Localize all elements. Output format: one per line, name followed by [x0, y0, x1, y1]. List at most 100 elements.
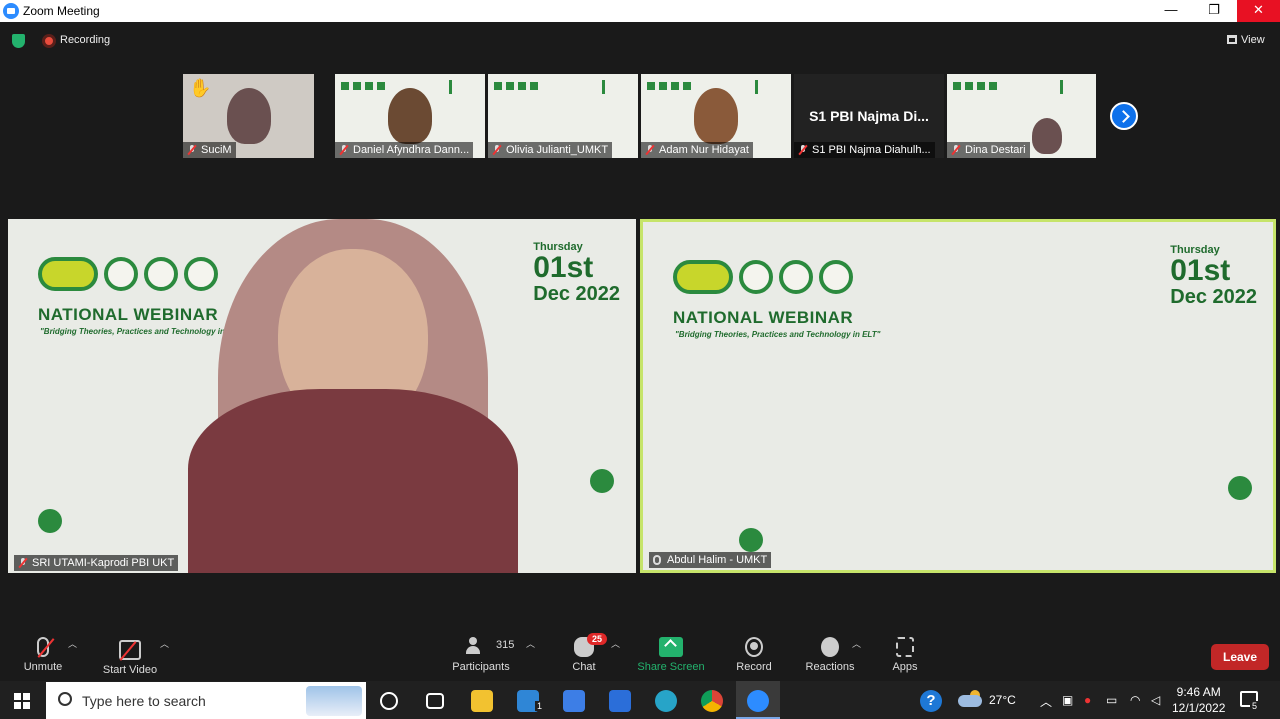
search-highlight-image [306, 686, 362, 716]
participant-tile-olivia[interactable]: Olivia Julianti_UMKT [488, 74, 638, 158]
participant-name: Olivia Julianti_UMKT [488, 142, 613, 158]
webinar-subtitle: "Bridging Theories, Practices and Techno… [675, 330, 881, 339]
windows-start-icon[interactable] [14, 693, 30, 709]
next-page-arrow-icon[interactable] [1110, 102, 1138, 130]
participant-tile-daniel[interactable]: Daniel Afyndhra Dann... [335, 74, 485, 158]
date-thumb [449, 80, 477, 94]
zoom-app-icon[interactable] [747, 690, 769, 712]
webinar-title: NATIONAL WEBINAR [38, 305, 219, 324]
wifi-icon[interactable]: ◠ [1130, 693, 1140, 707]
webinar-title: NATIONAL WEBINAR [673, 308, 854, 327]
participant-name: S1 PBI Najma Diahulh... [794, 142, 935, 158]
webinar-date: Thursday 01st Dec 2022 [1170, 244, 1257, 308]
date-thumb [755, 80, 783, 94]
main-video-sri-utami[interactable]: NATIONAL WEBINAR "Bridging Theories, Pra… [8, 219, 636, 573]
apps-button[interactable]: Apps [860, 637, 950, 673]
participant-video [694, 88, 738, 144]
recording-label[interactable]: Recording [60, 34, 110, 46]
participant-display-name: S1 PBI Najma Di... [809, 108, 929, 124]
mic-muted-icon [339, 145, 349, 155]
mic-muted-icon [18, 558, 28, 568]
video-options-chevron-icon[interactable]: ︿ [160, 637, 169, 650]
participant-tile-dina[interactable]: Dina Destari [947, 74, 1096, 158]
zoom-logo-icon [3, 3, 19, 19]
webinar-logos-thumb [341, 82, 389, 90]
participant-name: Adam Nur Hidayat [641, 142, 753, 158]
view-label: View [1241, 34, 1265, 46]
task-view-icon[interactable] [426, 693, 444, 709]
microsoft-store-icon[interactable] [563, 690, 585, 712]
participants-icon [466, 637, 490, 657]
webinar-logos-thumb [494, 82, 542, 90]
battery-icon[interactable]: ▭ [1106, 693, 1117, 707]
mic-muted-icon [645, 145, 655, 155]
clock-time: 9:46 AM [1176, 685, 1221, 699]
reactions-icon [821, 637, 839, 657]
leave-button[interactable]: Leave [1211, 644, 1269, 670]
participant-tile-najma[interactable]: S1 PBI Najma Di... S1 PBI Najma Diahulh.… [794, 74, 944, 158]
onedrive-icon[interactable]: ● [1084, 693, 1091, 707]
mic-muted-icon [187, 145, 197, 155]
mic-muted-icon [492, 145, 502, 155]
participant-video [1031, 118, 1062, 154]
participant-name: SRI UTAMI-Kaprodi PBI UKT [14, 555, 179, 571]
grid-view-icon [1227, 35, 1237, 44]
webinar-logos [38, 257, 224, 296]
mic-muted-icon [37, 637, 49, 657]
meet-now-icon[interactable]: ▣ [1062, 693, 1073, 707]
webinar-logos [673, 260, 859, 299]
participant-video [188, 219, 518, 573]
cortana-icon[interactable] [380, 692, 398, 710]
date-thumb [602, 80, 630, 94]
participant-name: Dina Destari [947, 142, 1030, 158]
decor-shape [1228, 476, 1252, 500]
clock-date: 12/1/2022 [1172, 701, 1226, 715]
security-shield-icon[interactable] [12, 34, 25, 48]
participant-video [388, 88, 432, 144]
main-video-abdul-halim[interactable]: NATIONAL WEBINAR "Bridging Theories, Pra… [640, 219, 1276, 573]
taskbar-search-box[interactable]: Type here to search [46, 682, 366, 719]
minimize-button[interactable]: — [1152, 0, 1190, 22]
raised-hand-icon: ✋ [189, 78, 212, 98]
webinar-logos-thumb [953, 82, 1001, 90]
participant-count: 315 [496, 639, 515, 651]
participants-options-chevron-icon[interactable]: ︿ [526, 637, 535, 650]
decor-shape [590, 469, 614, 493]
mail-badge: 1 [535, 701, 545, 711]
chat-unread-badge: 25 [587, 633, 608, 645]
apps-icon [896, 637, 914, 657]
windows-taskbar: Type here to search 1 ? 27°C ︿ ▣ ● ▭ ◠ ◁… [0, 681, 1280, 719]
maximize-button[interactable]: ❐ [1195, 0, 1233, 22]
weather-cloud-icon[interactable] [958, 695, 982, 707]
help-icon[interactable]: ? [920, 690, 942, 712]
window-titlebar: Zoom Meeting — ❐ ✕ [0, 0, 1280, 22]
view-button[interactable]: View [1227, 34, 1265, 46]
close-button[interactable]: ✕ [1237, 0, 1280, 22]
participant-tile-adam[interactable]: Adam Nur Hidayat [641, 74, 791, 158]
system-clock[interactable]: 9:46 AM 12/1/2022 [1172, 684, 1225, 716]
notification-count: 5 [1250, 701, 1260, 711]
audio-options-chevron-icon[interactable]: ︿ [68, 637, 77, 650]
chat-options-chevron-icon[interactable]: ︿ [611, 637, 620, 650]
show-hidden-icons-chevron-icon[interactable]: ︿ [1040, 693, 1052, 710]
date-thumb [1060, 80, 1088, 94]
mic-muted-icon [951, 145, 961, 155]
decor-shape [38, 509, 62, 533]
meeting-info-bar: Recording View [0, 22, 1280, 60]
visual-studio-icon[interactable] [609, 690, 631, 712]
participant-name: Daniel Afyndhra Dann... [335, 142, 474, 158]
speaker-icon [653, 555, 661, 565]
chrome-browser-icon[interactable] [701, 690, 723, 712]
share-screen-button[interactable]: Share Screen [626, 637, 716, 673]
record-icon [745, 637, 763, 657]
window-title: Zoom Meeting [23, 4, 100, 18]
participant-tile-sucim[interactable]: ✋ SuciM [183, 74, 314, 158]
volume-icon[interactable]: ◁ [1151, 693, 1160, 707]
edge-browser-icon[interactable] [655, 690, 677, 712]
file-explorer-icon[interactable] [471, 690, 493, 712]
search-placeholder: Type here to search [82, 693, 206, 709]
mic-muted-icon [798, 145, 808, 155]
meeting-toolbar: Unmute ︿ Start Video ︿ Participants 315 … [0, 629, 1280, 681]
temperature[interactable]: 27°C [989, 693, 1016, 707]
participant-name: Abdul Halim - UMKT [649, 552, 772, 568]
